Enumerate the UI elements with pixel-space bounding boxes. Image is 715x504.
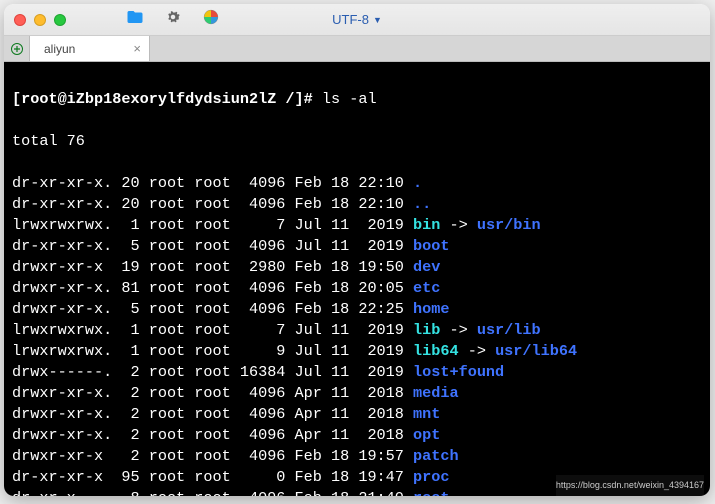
close-icon[interactable]: × <box>133 41 141 56</box>
encoding-selector[interactable]: UTF-8 ▼ <box>332 12 382 27</box>
tab-aliyun[interactable]: aliyun × <box>30 36 150 61</box>
ls-row: drwxr-xr-x. 5 root root 4096 Feb 18 22:2… <box>12 299 702 320</box>
watermark-text: https://blog.csdn.net/weixin_4394167 <box>556 475 704 496</box>
folder-icon[interactable] <box>126 8 144 31</box>
add-tab-button[interactable] <box>4 36 30 61</box>
titlebar: UTF-8 ▼ <box>4 4 710 36</box>
ls-row: lrwxrwxrwx. 1 root root 7 Jul 11 2019 li… <box>12 320 702 341</box>
ls-output: dr-xr-xr-x. 20 root root 4096 Feb 18 22:… <box>12 173 702 496</box>
maximize-window-button[interactable] <box>54 14 66 26</box>
minimize-window-button[interactable] <box>34 14 46 26</box>
ls-row: drwxr-xr-x 19 root root 2980 Feb 18 19:5… <box>12 257 702 278</box>
color-picker-icon[interactable] <box>202 8 220 31</box>
tab-label: aliyun <box>44 42 75 56</box>
ls-row: drwxr-xr-x. 2 root root 4096 Apr 11 2018… <box>12 404 702 425</box>
total-line: total 76 <box>12 131 702 152</box>
ls-row: drwxr-xr-x. 2 root root 4096 Apr 11 2018… <box>12 383 702 404</box>
ls-row: lrwxrwxrwx. 1 root root 7 Jul 11 2019 bi… <box>12 215 702 236</box>
command-text: ls -al <box>322 90 377 108</box>
ls-row: drwxr-xr-x 2 root root 4096 Feb 18 19:57… <box>12 446 702 467</box>
ls-row: dr-xr-xr-x. 20 root root 4096 Feb 18 22:… <box>12 173 702 194</box>
prompt-prefix: [root@iZbp18exorylfdydsiun2lZ /]# <box>12 90 313 108</box>
traffic-lights <box>14 14 66 26</box>
gear-icon[interactable] <box>164 8 182 31</box>
ls-row: dr-xr-xr-x. 20 root root 4096 Feb 18 22:… <box>12 194 702 215</box>
tab-bar: aliyun × <box>4 36 710 62</box>
close-window-button[interactable] <box>14 14 26 26</box>
ls-row: dr-xr-xr-x. 5 root root 4096 Jul 11 2019… <box>12 236 702 257</box>
app-window: UTF-8 ▼ aliyun × [root@iZbp18exorylfdyds… <box>4 4 710 496</box>
toolbar-icons <box>126 8 220 31</box>
ls-row: drwx------. 2 root root 16384 Jul 11 201… <box>12 362 702 383</box>
ls-row: lrwxrwxrwx. 1 root root 9 Jul 11 2019 li… <box>12 341 702 362</box>
chevron-down-icon: ▼ <box>373 15 382 25</box>
encoding-label: UTF-8 <box>332 12 369 27</box>
ls-row: drwxr-xr-x. 81 root root 4096 Feb 18 20:… <box>12 278 702 299</box>
prompt-line: [root@iZbp18exorylfdydsiun2lZ /]# ls -al <box>12 89 702 110</box>
ls-row: drwxr-xr-x. 2 root root 4096 Apr 11 2018… <box>12 425 702 446</box>
terminal-viewport[interactable]: [root@iZbp18exorylfdydsiun2lZ /]# ls -al… <box>4 62 710 496</box>
